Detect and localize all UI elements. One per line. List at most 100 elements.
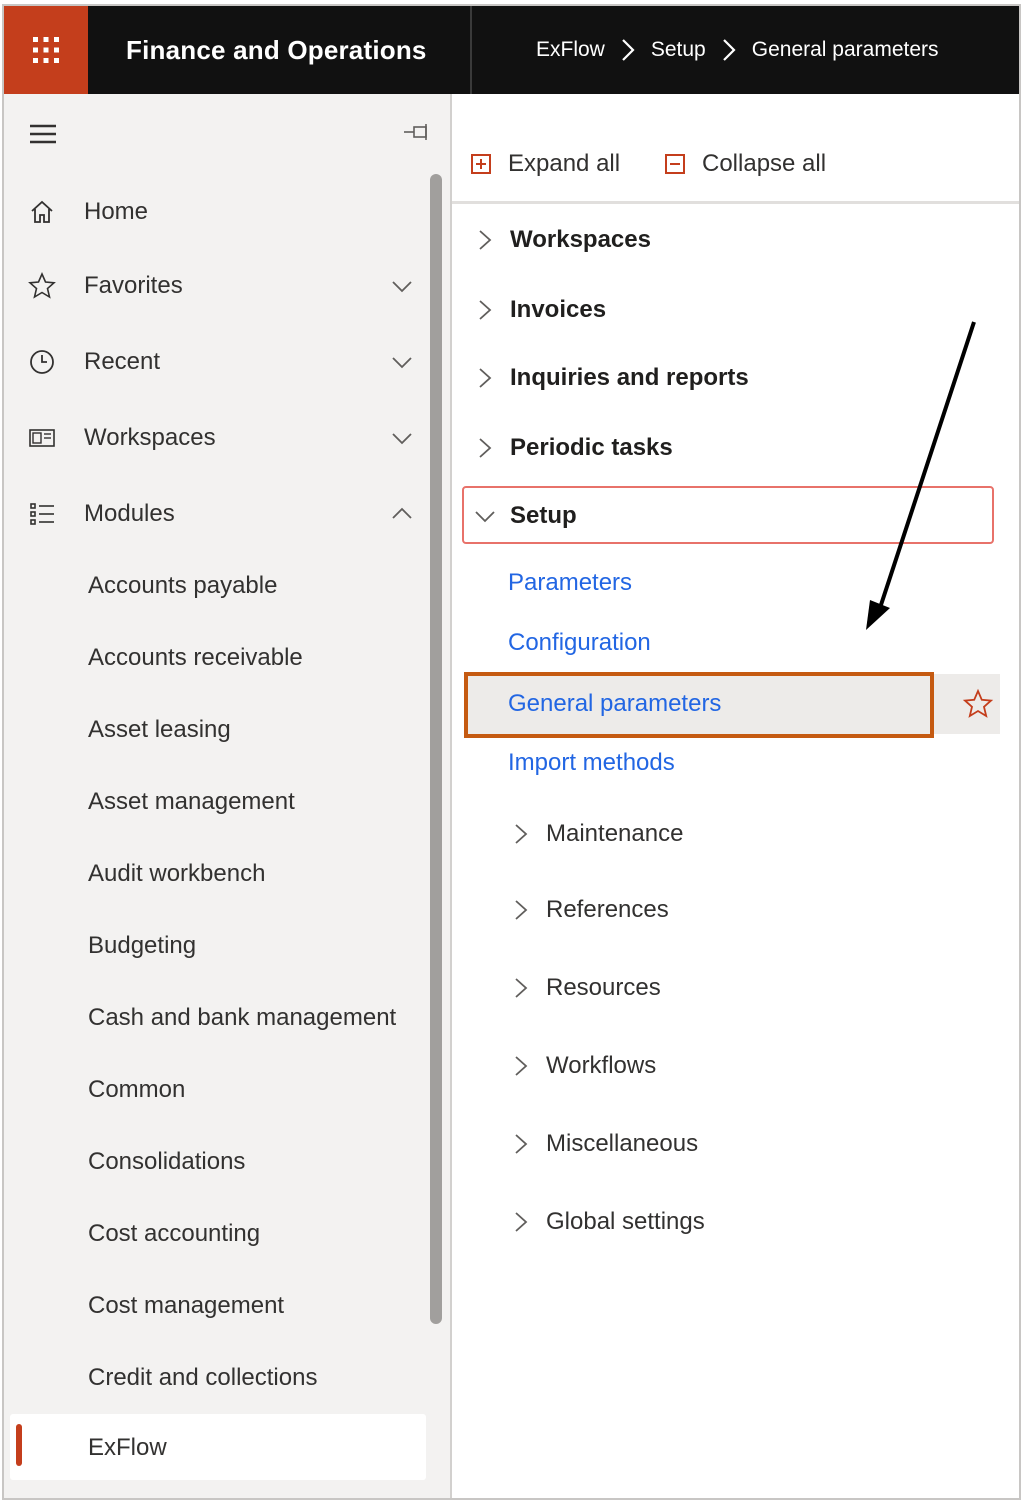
group-label: Setup — [510, 502, 577, 529]
module-label: Accounts payable — [88, 572, 278, 599]
module-label: ExFlow — [88, 1434, 167, 1461]
module-exflow[interactable]: ExFlow — [10, 1414, 426, 1480]
subgroup-global-settings[interactable]: Global settings — [510, 1192, 705, 1252]
group-setup[interactable]: Setup — [474, 486, 577, 546]
chevron-right-icon — [515, 978, 528, 998]
module-credit-and-collections[interactable]: Credit and collections — [4, 1350, 434, 1406]
star-icon — [26, 270, 58, 302]
module-label: Cost management — [88, 1292, 285, 1319]
module-label: Asset leasing — [88, 716, 231, 743]
module-label: Accounts receivable — [88, 644, 303, 671]
chevron-right-icon — [515, 1212, 528, 1232]
module-accounts-payable[interactable]: Accounts payable — [4, 558, 434, 614]
expand-all-button[interactable]: Expand all — [470, 144, 620, 184]
nav-item-label: Home — [84, 198, 149, 225]
pin-icon[interactable] — [402, 120, 432, 144]
breadcrumb: ExFlow Setup General parameters — [536, 6, 939, 94]
group-workspaces[interactable]: Workspaces — [474, 210, 651, 270]
chevron-down-icon[interactable] — [390, 426, 414, 450]
clock-icon — [26, 346, 58, 378]
chevron-right-icon — [479, 368, 492, 388]
module-cost-management[interactable]: Cost management — [4, 1278, 434, 1334]
group-label: Inquiries and reports — [510, 364, 749, 391]
module-label: Credit and collections — [88, 1364, 318, 1391]
collapse-all-button[interactable]: Collapse all — [664, 144, 826, 184]
subgroup-label: Maintenance — [546, 820, 684, 847]
top-navigation-bar: Finance and Operations ExFlow Setup Gene… — [4, 6, 1019, 94]
module-common[interactable]: Common — [4, 1062, 434, 1118]
module-accounts-receivable[interactable]: Accounts receivable — [4, 630, 434, 686]
chevron-right-icon — [515, 1134, 528, 1154]
nav-item-workspaces[interactable]: Workspaces — [4, 408, 434, 468]
group-label: Workspaces — [510, 226, 651, 253]
expand-all-label: Expand all — [508, 150, 621, 177]
general-parameters-highlight-box — [464, 672, 934, 738]
add-favorite-star-icon[interactable] — [962, 688, 994, 720]
subgroup-miscellaneous[interactable]: Miscellaneous — [510, 1114, 698, 1174]
subgroup-label: Miscellaneous — [546, 1130, 699, 1157]
module-budgeting[interactable]: Budgeting — [4, 918, 434, 974]
module-label: Budgeting — [88, 932, 197, 959]
group-label: Periodic tasks — [510, 434, 673, 461]
chevron-right-icon — [515, 824, 528, 844]
breadcrumb-item-setup[interactable]: Setup — [651, 38, 706, 62]
module-cash-and-bank-management[interactable]: Cash and bank management — [4, 990, 434, 1046]
nav-scrollbar[interactable] — [430, 174, 442, 1324]
group-periodic-tasks[interactable]: Periodic tasks — [474, 418, 673, 478]
module-asset-management[interactable]: Asset management — [4, 774, 434, 830]
nav-item-favorites[interactable]: Favorites — [4, 256, 434, 316]
group-invoices[interactable]: Invoices — [474, 280, 606, 340]
subgroup-label: References — [546, 896, 669, 923]
nav-item-recent[interactable]: Recent — [4, 332, 434, 392]
chevron-right-icon — [706, 37, 752, 63]
module-label: Cost accounting — [88, 1220, 261, 1247]
modules-list-icon — [26, 498, 58, 530]
collapse-all-label: Collapse all — [702, 150, 827, 177]
breadcrumb-item-exflow[interactable]: ExFlow — [536, 38, 605, 62]
subgroup-resources[interactable]: Resources — [510, 958, 661, 1018]
module-audit-workbench[interactable]: Audit workbench — [4, 846, 434, 902]
nav-item-label: Favorites — [84, 272, 183, 299]
subgroup-maintenance[interactable]: Maintenance — [510, 804, 683, 864]
chevron-right-icon — [515, 900, 528, 920]
subgroup-references[interactable]: References — [510, 880, 669, 940]
expand-plus-icon — [471, 154, 491, 174]
module-asset-leasing[interactable]: Asset leasing — [4, 702, 434, 758]
subgroup-workflows[interactable]: Workflows — [510, 1036, 656, 1096]
group-label: Invoices — [510, 296, 607, 323]
chevron-down-icon[interactable] — [390, 350, 414, 374]
waffle-icon — [33, 37, 59, 63]
chevron-right-icon — [515, 1056, 528, 1076]
chevron-up-icon[interactable] — [390, 502, 414, 526]
breadcrumb-item-general-parameters[interactable]: General parameters — [752, 38, 939, 62]
chevron-right-icon — [479, 230, 492, 250]
group-inquiries-and-reports[interactable]: Inquiries and reports — [474, 348, 749, 408]
subgroup-label: Global settings — [546, 1208, 705, 1235]
chevron-down-icon — [475, 511, 495, 523]
app-launcher-button[interactable] — [4, 6, 88, 94]
app-window: Finance and Operations ExFlow Setup Gene… — [2, 4, 1021, 1500]
chevron-right-icon — [479, 300, 492, 320]
module-cost-accounting[interactable]: Cost accounting — [4, 1206, 434, 1262]
link-label: Import methods — [508, 749, 675, 776]
navigation-pane: Home Favorites Recent Workspaces Modules… — [4, 94, 450, 1498]
chevron-right-icon — [479, 438, 492, 458]
workspace-icon — [26, 422, 58, 454]
app-title: Finance and Operations — [126, 35, 427, 65]
module-label: Audit workbench — [88, 860, 266, 887]
link-label: Configuration — [508, 629, 651, 656]
link-parameters[interactable]: Parameters — [508, 558, 632, 608]
module-consolidations[interactable]: Consolidations — [4, 1134, 434, 1190]
nav-item-modules[interactable]: Modules — [4, 484, 434, 544]
content-toolbar: Expand all Collapse all — [452, 94, 1019, 204]
hamburger-menu-icon[interactable] — [26, 120, 58, 148]
nav-item-label: Modules — [84, 500, 175, 527]
module-label: Asset management — [88, 788, 295, 815]
link-configuration[interactable]: Configuration — [508, 618, 651, 668]
chevron-down-icon[interactable] — [390, 274, 414, 298]
module-label: Consolidations — [88, 1148, 246, 1175]
nav-item-home[interactable]: Home — [4, 182, 434, 242]
link-import-methods[interactable]: Import methods — [508, 738, 675, 788]
topbar-divider — [470, 6, 472, 94]
subgroup-label: Resources — [546, 974, 661, 1001]
